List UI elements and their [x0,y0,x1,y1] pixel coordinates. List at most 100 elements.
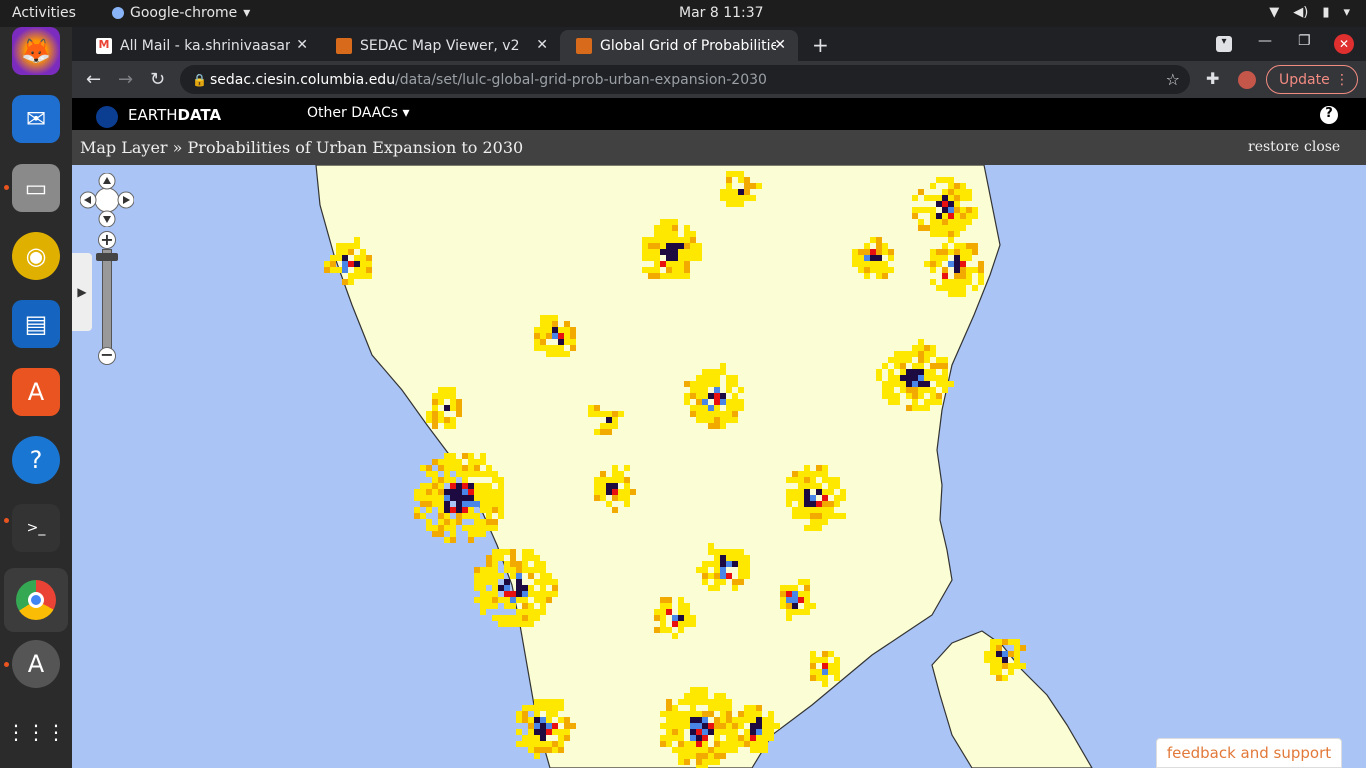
urban-expansion-map[interactable]: + − ▶ feedback and support [72,165,1366,768]
tab-search-icon[interactable]: ▾ [1216,36,1232,52]
minimize-button[interactable]: — [1258,33,1272,49]
probability-cell [822,465,828,471]
help-icon[interactable]: ? [1320,106,1338,124]
chevron-down-icon: ▾ [1343,5,1350,20]
probability-cell [468,459,474,465]
probability-cell [942,225,948,231]
nasa-logo[interactable] [96,106,118,128]
probability-cell [486,471,492,477]
extensions-icon[interactable]: ✚ [1206,69,1219,88]
earthdata-brand[interactable]: EARTHDATA [128,106,221,124]
probability-cell [798,513,804,519]
star-icon[interactable]: ☆ [1166,70,1180,89]
clock[interactable]: Mar 8 11:37 [679,5,764,21]
probability-cell [882,267,888,273]
probability-cell [672,225,678,231]
probability-cell [804,471,810,477]
zoom-out-button[interactable]: − [98,347,116,365]
probability-cell [756,705,762,711]
probability-cell [552,351,558,357]
probability-cell [936,261,942,267]
probability-cell [714,375,720,381]
terminal-icon[interactable]: >_ [12,504,60,552]
probability-cell [594,405,600,411]
tab-sedac-viewer[interactable]: SEDAC Map Viewer, v2 ✕ [320,30,560,61]
address-bar[interactable]: 🔒 sedac.ciesin.columbia.edu /data/set/lu… [180,65,1190,94]
close-tab-icon[interactable]: ✕ [296,37,308,53]
chrome-icon[interactable] [4,568,68,632]
probability-cell [936,249,942,255]
probability-cell [996,657,1002,663]
maximize-button[interactable]: ❐ [1298,33,1311,49]
feedback-button[interactable]: feedback and support [1156,738,1342,768]
tab-gmail[interactable]: M All Mail - ka.shrinivaasan@ ✕ [80,30,320,61]
thunderbird-icon[interactable]: ✉ [12,95,60,143]
close-tab-icon[interactable]: ✕ [774,37,786,53]
probability-cell [786,489,792,495]
probability-cell [984,651,990,657]
probability-cell [510,555,516,561]
probability-cell [546,597,552,603]
rhythmbox-icon[interactable]: ◉ [12,232,60,280]
probability-cell [822,681,828,687]
probability-cell [666,717,672,723]
probability-cell [468,471,474,477]
probability-cell [948,201,954,207]
profile-avatar[interactable] [1238,71,1256,89]
show-apps-icon[interactable]: ⋮⋮⋮ [6,708,66,756]
forward-button[interactable]: → [118,69,133,90]
writer-icon[interactable]: ▤ [12,300,60,348]
probability-cell [474,465,480,471]
probability-cell [900,381,906,387]
probability-cell [702,381,708,387]
restore-link[interactable]: restore [1248,139,1299,155]
zoom-track[interactable] [102,249,112,349]
probability-cell [996,663,1002,669]
system-tray[interactable]: ▼ ◀) ▮ ▾ [1269,5,1350,20]
probability-cell [522,567,528,573]
probability-cell [528,549,534,555]
probability-cell [876,369,882,375]
back-button[interactable]: ← [86,69,101,90]
probability-cell [828,477,834,483]
expand-panel-icon[interactable]: ▶ [72,253,92,331]
gmail-icon: M [96,37,112,54]
probability-cell [666,741,672,747]
probability-cell [942,357,948,363]
probability-cell [690,243,696,249]
probability-cell [972,243,978,249]
zoom-thumb[interactable] [96,253,118,261]
tab-global-grid[interactable]: Global Grid of Probabilitie ✕ [560,30,798,61]
zoom-slider[interactable]: + − [96,231,118,367]
close-link[interactable]: close [1304,139,1340,155]
new-tab-button[interactable]: + [812,33,829,57]
probability-cell [696,381,702,387]
reload-button[interactable]: ↻ [150,69,165,90]
probability-cell [918,387,924,393]
activities-button[interactable]: Activities [12,5,76,21]
probability-cell [324,267,330,273]
updater-icon[interactable]: A [12,640,60,688]
probability-cell [804,609,810,615]
zoom-in-button[interactable]: + [98,231,116,249]
probability-cell [936,195,942,201]
other-daacs-menu[interactable]: Other DAACs ▾ [307,105,410,121]
close-window-button[interactable]: ✕ [1334,34,1354,54]
map-canvas[interactable] [72,165,1366,768]
probability-cell [516,597,522,603]
probability-cell [726,201,732,207]
app-menu[interactable]: Google-chrome ▾ [112,5,250,21]
help-icon[interactable]: ? [12,436,60,484]
update-button[interactable]: Update ⋮ [1266,65,1358,94]
software-icon[interactable]: A [12,368,60,416]
probability-cell [948,249,954,255]
pan-control[interactable] [80,173,134,227]
firefox-icon[interactable]: 🦊 [12,27,60,75]
close-tab-icon[interactable]: ✕ [536,37,548,53]
files-icon[interactable]: ▭ [12,164,60,212]
probability-cell [750,195,756,201]
probability-cell [930,231,936,237]
probability-cell [702,729,708,735]
toolbar: ← → ↻ 🔒 sedac.ciesin.columbia.edu /data/… [72,61,1366,98]
probability-cell [720,579,726,585]
